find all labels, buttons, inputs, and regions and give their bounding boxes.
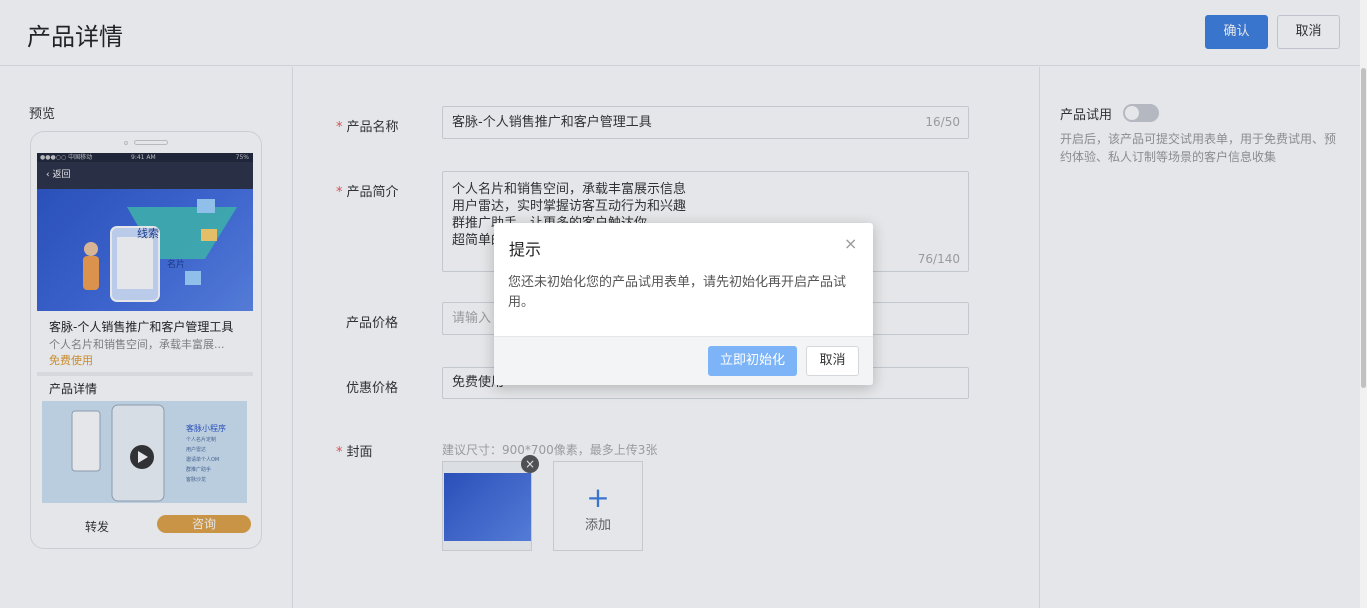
close-icon[interactable]: × bbox=[844, 234, 857, 253]
dialog-message: 您还未初始化您的产品试用表单，请先初始化再开启产品试用。 bbox=[508, 275, 847, 310]
dialog-cancel-button[interactable]: 取消 bbox=[806, 346, 859, 376]
initialize-button[interactable]: 立即初始化 bbox=[708, 346, 797, 376]
dialog-title: 提示 bbox=[509, 240, 542, 259]
scrollbar-thumb[interactable] bbox=[1361, 68, 1366, 388]
dialog-footer: 立即初始化 取消 bbox=[494, 336, 873, 385]
page-scrollbar[interactable] bbox=[1360, 0, 1367, 608]
prompt-dialog: 提示 × 您还未初始化您的产品试用表单，请先初始化再开启产品试用。 立即初始化 … bbox=[494, 223, 873, 385]
